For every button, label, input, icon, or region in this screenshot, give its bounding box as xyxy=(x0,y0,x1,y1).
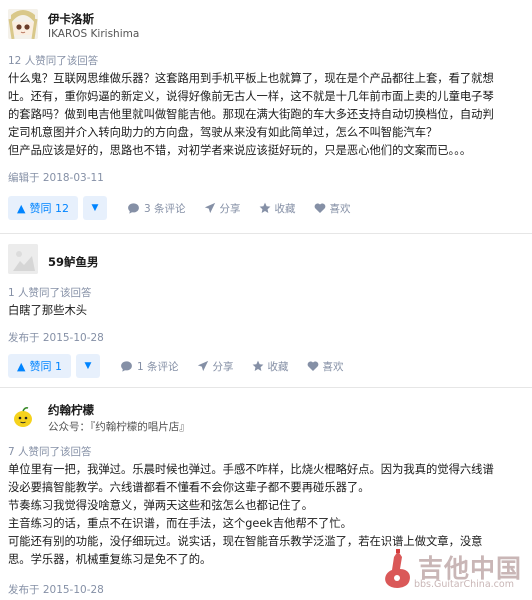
share-icon xyxy=(204,202,215,214)
answer-2: 59鲈鱼男 1 人赞同了该回答 白瞎了那些木头 发布于 2015-10-28 ▲… xyxy=(0,234,532,384)
heart-icon xyxy=(307,361,318,371)
vote-up-label: 赞同 1 xyxy=(29,360,62,373)
vote-up-button[interactable]: ▲ 赞同 12 xyxy=(8,196,78,220)
vote-info: 7 人赞同了该回答 xyxy=(8,446,92,458)
answer-paragraph: 单位里有一把，我弹过。乐晨时候也弹过。手感不咋样，比烧火棍略好点。因为我真的觉得… xyxy=(8,463,494,476)
default-avatar-icon xyxy=(8,244,38,274)
answer-1: 伊卡洛斯 IKAROS Kirishima 12 人赞同了该回答 什么鬼？互联网… xyxy=(0,0,532,228)
publish-date[interactable]: 发布于 2015-10-28 xyxy=(8,582,104,597)
author-name[interactable]: 约翰柠檬 xyxy=(48,402,94,418)
heart-icon xyxy=(314,203,325,213)
triangle-up-icon: ▲ xyxy=(17,359,26,373)
answer-paragraph: 白瞎了那些木头 xyxy=(8,304,88,317)
answer-paragraph: 节奏练习我觉得没啥意义，弹两天这些和弦怎么也都记住了。 xyxy=(8,499,314,512)
collect-button[interactable]: 收藏 xyxy=(252,359,289,374)
share-label: 分享 xyxy=(219,202,241,215)
action-bar: ▲ 赞同 1 ▼ 1 条评论 分享 收藏 喜欢 xyxy=(8,354,344,378)
share-icon xyxy=(197,360,208,372)
share-button[interactable]: 分享 xyxy=(204,201,241,216)
site-watermark: 吉他中国 bbs.GuitarChina.com xyxy=(378,545,530,597)
triangle-up-icon: ▲ xyxy=(17,201,26,215)
avatar[interactable] xyxy=(8,9,38,39)
comment-icon xyxy=(121,360,132,372)
comment-icon xyxy=(128,202,139,214)
author-headline: 公众号：『约翰柠檬的唱片店』 xyxy=(48,421,190,433)
collect-label: 收藏 xyxy=(267,360,289,373)
action-bar: ▲ 赞同 12 ▼ 3 条评论 分享 收藏 喜欢 xyxy=(8,196,351,220)
answer-paragraph: 定司机意图并介入转向助力的方向盘，驾驶从来没有如此简单过，怎么不叫智能汽车？ xyxy=(8,126,438,139)
vote-up-label: 赞同 12 xyxy=(29,202,69,215)
triangle-down-icon: ▼ xyxy=(91,203,99,213)
answer-paragraph: 的套路吗？做到电吉他里就叫做智能吉他。那现在满大街跑的车大多还支持自动切换档位，… xyxy=(8,108,494,121)
like-label: 喜欢 xyxy=(329,202,351,215)
collect-button[interactable]: 收藏 xyxy=(259,201,296,216)
answer-paragraph: 主音练习的话，重点不在识谱，而在手法，这个geek吉他帮不了忙。 xyxy=(8,517,352,530)
like-button[interactable]: 喜欢 xyxy=(307,359,344,374)
edit-date[interactable]: 编辑于 2018-03-11 xyxy=(8,170,104,185)
share-label: 分享 xyxy=(212,360,234,373)
watermark-url: bbs.GuitarChina.com xyxy=(414,579,514,590)
avatar[interactable] xyxy=(8,402,38,432)
lemon-avatar-icon xyxy=(8,402,38,432)
avatar[interactable] xyxy=(8,244,38,274)
answer-content: 什么鬼？互联网思维做乐器？这套路用到手机平板上也就算了，现在是个产品都往上套，看… xyxy=(8,70,526,160)
vote-info: 12 人赞同了该回答 xyxy=(8,55,99,67)
collect-label: 收藏 xyxy=(274,202,296,215)
star-icon xyxy=(252,360,263,371)
comments-button[interactable]: 3 条评论 xyxy=(127,201,186,216)
author-name[interactable]: 伊卡洛斯 xyxy=(48,11,94,27)
vote-info: 1 人赞同了该回答 xyxy=(8,287,92,299)
guitar-logo-icon xyxy=(385,549,410,588)
star-icon xyxy=(259,202,270,213)
answer-paragraph: 但产品应该是好的，思路也不错，对初学者来说应该挺好玩的，只是恶心他们的文案而已。… xyxy=(8,144,472,157)
author-headline: IKAROS Kirishima xyxy=(48,28,140,40)
publish-date[interactable]: 发布于 2015-10-28 xyxy=(8,330,104,345)
vote-up-button[interactable]: ▲ 赞同 1 xyxy=(8,354,71,378)
like-label: 喜欢 xyxy=(322,360,344,373)
comments-label: 1 条评论 xyxy=(136,360,179,373)
answer-content: 白瞎了那些木头 xyxy=(8,302,526,320)
author-name[interactable]: 59鲈鱼男 xyxy=(48,254,99,270)
vote-down-button[interactable]: ▼ xyxy=(82,196,107,220)
triangle-down-icon: ▼ xyxy=(84,361,92,371)
comments-button[interactable]: 1 条评论 xyxy=(120,359,179,374)
answer-paragraph: 吐。还有，重你妈逼的新定义，说得好像前无古人一样，这不就是十几年前市面上卖的儿童… xyxy=(8,90,494,103)
comments-label: 3 条评论 xyxy=(143,202,186,215)
vote-down-button[interactable]: ▼ xyxy=(75,354,100,378)
anime-avatar-icon xyxy=(8,9,38,39)
answer-paragraph: 没必要搞智能教学。六线谱都看不懂看不会你这辈子都不要再碰乐器了。 xyxy=(8,481,370,494)
like-button[interactable]: 喜欢 xyxy=(314,201,351,216)
answer-paragraph: 什么鬼？互联网思维做乐器？这套路用到手机平板上也就算了，现在是个产品都往上套，看… xyxy=(8,72,494,85)
share-button[interactable]: 分享 xyxy=(197,359,234,374)
